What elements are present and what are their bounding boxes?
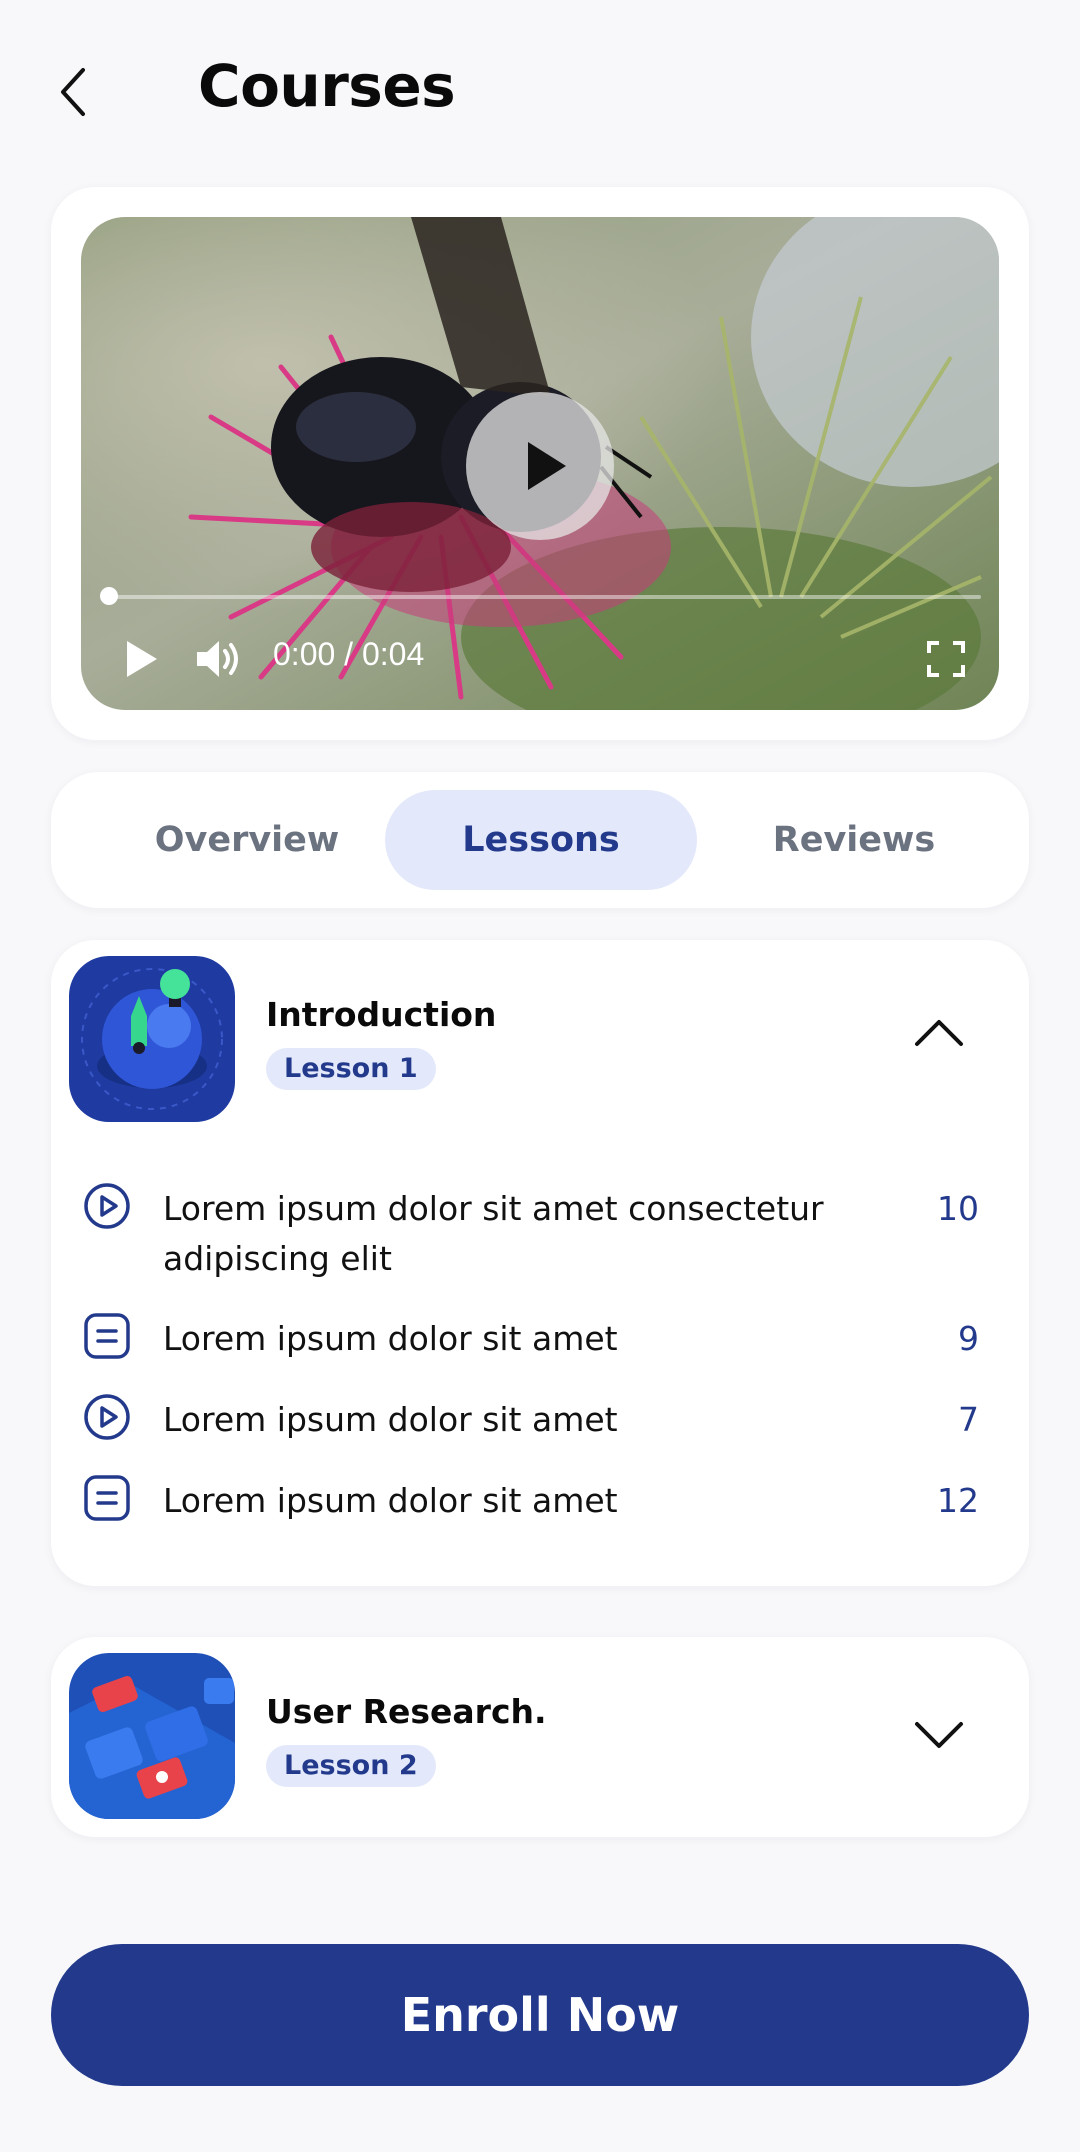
introduction-thumbnail [69,956,235,1122]
back-button[interactable] [55,62,95,122]
center-play-button[interactable] [466,392,614,540]
lesson-title: Lorem ipsum dolor sit amet [163,1319,618,1358]
video-card: 0:00 / 0:04 [51,187,1029,740]
section-title: User Research. [266,1692,547,1731]
play-icon [528,442,566,490]
tab-reviews[interactable]: Reviews [698,790,1010,890]
lesson-title: Lorem ipsum dolor sit amet [163,1481,618,1520]
video-player[interactable]: 0:00 / 0:04 [81,217,999,710]
user-research-thumbnail [69,1653,235,1819]
collapse-button[interactable] [914,1015,964,1049]
lesson-section-user-research[interactable]: User Research. Lesson 2 [51,1637,1029,1837]
tab-bar: Overview Lessons Reviews [51,772,1029,908]
tab-lessons[interactable]: Lessons [385,790,697,890]
enroll-now-button[interactable]: Enroll Now [51,1944,1029,2086]
lesson-badge: Lesson 1 [266,1048,436,1090]
fullscreen-icon [927,641,965,677]
video-progress-bar[interactable] [109,595,981,599]
play-circle-icon [84,1394,130,1440]
video-play-button[interactable] [121,637,161,681]
section-title: Introduction [266,995,497,1034]
lesson-section-introduction: Introduction Lesson 1 Lorem ipsum dolor … [51,940,1029,1586]
lesson-count: 9 [958,1319,979,1358]
tab-overview[interactable]: Overview [91,790,403,890]
lesson-count: 12 [937,1481,979,1520]
lesson-badge: Lesson 2 [266,1745,436,1787]
lesson-count: 10 [937,1189,979,1228]
page-title: Courses [198,52,456,120]
document-icon [84,1313,130,1359]
document-icon [84,1475,130,1521]
expand-button[interactable] [914,1719,964,1753]
lesson-title: Lorem ipsum dolor sit amet consectetur a… [163,1189,824,1278]
lesson-title: Lorem ipsum dolor sit amet [163,1400,618,1439]
chevron-down-icon [915,1722,963,1748]
lesson-count: 7 [958,1400,979,1439]
chevron-up-icon [915,1020,963,1046]
fullscreen-button[interactable] [927,641,965,677]
volume-button[interactable] [195,635,243,683]
video-time: 0:00 / 0:04 [273,636,425,672]
header: Courses [0,0,1080,185]
chevron-left-icon [61,68,85,116]
volume-icon [197,641,238,677]
play-icon [127,641,157,677]
video-progress-handle[interactable] [100,587,118,605]
play-circle-icon [84,1183,130,1229]
